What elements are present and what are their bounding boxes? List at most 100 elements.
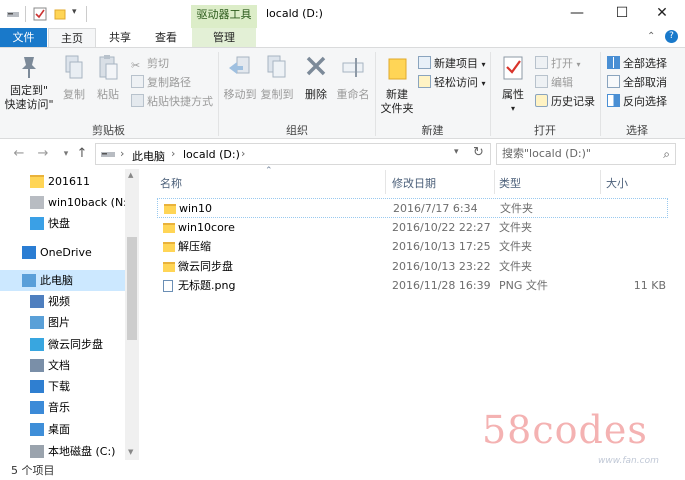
move-to-button[interactable]: 移动到 xyxy=(222,54,258,102)
column-separator[interactable] xyxy=(385,170,386,194)
sidebar-item-label: 视频 xyxy=(48,295,70,308)
open-icon xyxy=(535,56,548,69)
sidebar-item[interactable]: 视频 xyxy=(0,291,125,312)
file-type: 文件夹 xyxy=(499,220,532,234)
column-separator[interactable] xyxy=(600,170,601,194)
new-item-button[interactable]: 新建项目 ▾ xyxy=(418,54,486,73)
sidebar-item[interactable]: 下载 xyxy=(0,376,125,397)
tab-file[interactable]: 文件 xyxy=(0,28,47,48)
new-item-label: 新建项目 xyxy=(434,57,478,70)
column-separator[interactable] xyxy=(494,170,495,194)
column-header-type[interactable]: 类型 xyxy=(499,175,521,191)
rename-button[interactable]: 重命名 xyxy=(334,54,372,102)
edit-button[interactable]: 编辑 xyxy=(535,73,573,92)
sidebar-item[interactable]: OneDrive xyxy=(0,242,125,263)
navigation-bar: ← → ▾ ↑ › 此电脑 › locald (D:) › ▾ ↻ 搜索"loc… xyxy=(0,139,685,169)
sidebar-item[interactable]: win10back (N:) xyxy=(0,192,131,213)
refresh-icon[interactable]: ↻ xyxy=(473,145,484,160)
navpane-scrollbar[interactable]: ▲ ▼ xyxy=(125,169,139,460)
sidebar-item[interactable]: 图片 xyxy=(0,312,125,333)
file-name: 解压缩 xyxy=(178,240,211,253)
open-group-label: 打开 xyxy=(534,124,556,137)
pin-to-quick-access-button[interactable]: 固定到" 快速访问" xyxy=(3,54,55,112)
file-row[interactable]: 无标题.png 2016/11/28 16:39 PNG 文件 11 KB xyxy=(157,276,668,296)
sidebar-item[interactable]: 本地磁盘 (C:) xyxy=(0,441,125,462)
column-header-size[interactable]: 大小 xyxy=(606,175,628,191)
scrollbar-thumb[interactable] xyxy=(127,237,137,340)
weiyun-icon xyxy=(30,338,44,351)
ribbon: 固定到" 快速访问" 复制 粘贴 ✂ 剪切 复制路径 粘贴快捷方式 剪贴板 移动到… xyxy=(0,47,685,139)
address-dropdown-icon[interactable]: ▾ xyxy=(454,147,459,157)
forward-button[interactable]: → xyxy=(34,145,52,163)
ribbon-tabs: 文件 主页 共享 查看 管理 ⌃ ? xyxy=(0,28,685,48)
new-folder-icon[interactable] xyxy=(53,7,67,21)
invert-selection-button[interactable]: 反向选择 xyxy=(607,92,667,111)
sidebar-item[interactable]: 文档 xyxy=(0,355,125,376)
close-button[interactable]: ✕ xyxy=(639,0,685,28)
minimize-button[interactable]: — xyxy=(554,0,600,28)
scissors-icon: ✂ xyxy=(131,59,141,72)
sidebar-item-label: 此电脑 xyxy=(40,274,73,287)
organize-group-label: 组织 xyxy=(286,124,308,137)
sidebar-item[interactable]: 音乐 xyxy=(0,397,125,418)
separator xyxy=(25,6,26,22)
scroll-up-icon[interactable]: ▲ xyxy=(128,171,133,179)
sidebar-item[interactable]: 此电脑 xyxy=(0,270,125,291)
video-icon xyxy=(30,295,44,308)
tab-share[interactable]: 共享 xyxy=(100,28,140,48)
sidebar-item[interactable]: 微云同步盘 xyxy=(0,334,125,355)
copy-to-button[interactable]: 复制到 xyxy=(259,54,295,102)
copy-button[interactable]: 复制 xyxy=(59,54,89,102)
breadcrumb-locald[interactable]: locald (D:) xyxy=(183,148,240,161)
properties-icon[interactable] xyxy=(33,7,47,21)
select-none-button[interactable]: 全部取消 xyxy=(607,73,667,92)
tab-manage[interactable]: 管理 xyxy=(192,28,256,48)
music-icon xyxy=(30,401,44,414)
sidebar-item[interactable]: 桌面 xyxy=(0,419,125,440)
cloud-drive-icon xyxy=(30,217,44,230)
desktop-icon xyxy=(30,423,44,436)
paste-shortcut-button[interactable]: 粘贴快捷方式 xyxy=(131,92,213,111)
new-item-icon xyxy=(418,56,431,69)
delete-button[interactable]: 删除 xyxy=(301,54,331,102)
search-input[interactable]: 搜索"locald (D:)" xyxy=(502,147,591,160)
delete-x-icon xyxy=(306,56,326,76)
pin-label-line1: 固定到" xyxy=(9,84,49,97)
tab-home[interactable]: 主页 xyxy=(48,28,96,48)
cut-button[interactable]: ✂ 剪切 xyxy=(131,54,169,73)
quick-access-dropdown-icon[interactable]: ▾ xyxy=(72,7,77,17)
help-icon[interactable]: ? xyxy=(665,30,678,43)
easy-access-button[interactable]: 轻松访问 ▾ xyxy=(418,73,486,92)
up-button[interactable]: ↑ xyxy=(73,145,91,163)
breadcrumb-this-pc[interactable]: 此电脑 xyxy=(132,148,165,164)
open-button[interactable]: 打开 ▾ xyxy=(535,54,581,73)
history-icon xyxy=(535,94,548,107)
collapse-ribbon-icon[interactable]: ⌃ xyxy=(647,31,655,42)
search-box[interactable]: 搜索"locald (D:)" ⌕ xyxy=(496,143,676,165)
properties-button[interactable]: 属性 ▾ xyxy=(496,54,530,116)
history-button[interactable]: 历史记录 xyxy=(535,92,595,111)
file-row[interactable]: win10 2016/7/17 6:34 文件夹 xyxy=(157,198,668,218)
sidebar-item-label: 本地磁盘 (C:) xyxy=(48,445,116,458)
file-row[interactable]: 解压缩 2016/10/13 17:25 文件夹 xyxy=(157,237,668,257)
new-folder-label-line1: 新建 xyxy=(386,88,408,101)
column-header-modified[interactable]: 修改日期 xyxy=(392,175,436,191)
address-bar[interactable]: › 此电脑 › locald (D:) › ▾ ↻ xyxy=(95,143,491,165)
drive-icon xyxy=(101,152,115,157)
tab-view[interactable]: 查看 xyxy=(146,28,186,48)
scroll-down-icon[interactable]: ▼ xyxy=(128,448,133,456)
sidebar-item[interactable]: 快盘 xyxy=(0,213,125,234)
new-folder-button[interactable]: 新建 文件夹 xyxy=(378,54,416,116)
file-row[interactable]: 微云同步盘 2016/10/13 23:22 文件夹 xyxy=(157,257,668,277)
copy-path-button[interactable]: 复制路径 xyxy=(131,73,191,92)
select-all-button[interactable]: 全部选择 xyxy=(607,54,667,73)
back-button[interactable]: ← xyxy=(10,145,28,163)
sidebar-item[interactable]: 201611 xyxy=(0,171,125,192)
properties-check-icon xyxy=(503,56,523,80)
paste-button[interactable]: 粘贴 xyxy=(93,54,123,102)
pictures-icon xyxy=(30,316,44,329)
column-header-name[interactable]: 名称 xyxy=(160,175,182,191)
paste-label: 粘贴 xyxy=(97,88,119,101)
computer-icon xyxy=(22,274,36,287)
file-row[interactable]: win10core 2016/10/22 22:27 文件夹 xyxy=(157,218,668,238)
